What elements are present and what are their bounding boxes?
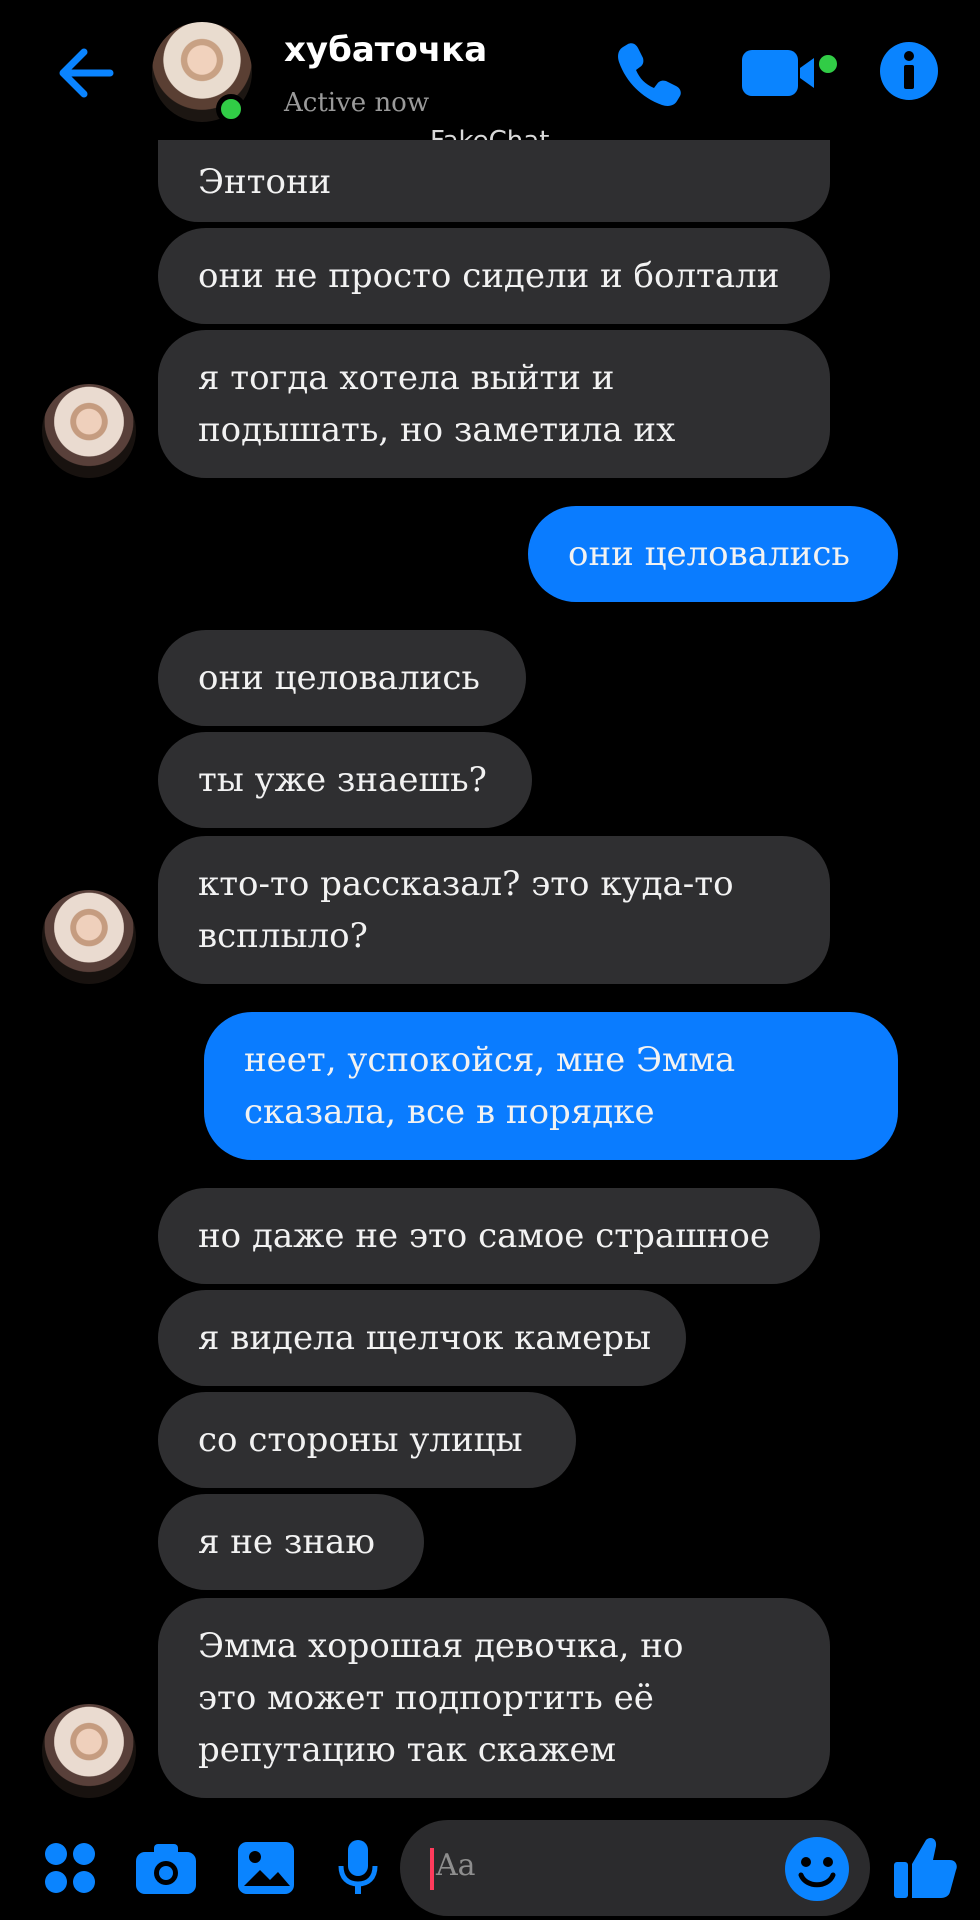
microphone-icon[interactable] xyxy=(336,1838,380,1898)
message-text: кто-то рассказал? это куда-то xyxy=(198,864,734,904)
sender-avatar[interactable] xyxy=(42,384,136,478)
message-input-placeholder: Aa xyxy=(436,1848,476,1883)
phone-icon[interactable] xyxy=(612,38,682,108)
message-text: я не знаю xyxy=(198,1522,375,1562)
message-text: но даже не это самое страшное xyxy=(198,1216,770,1256)
thumbs-up-icon[interactable] xyxy=(892,1834,958,1900)
info-icon[interactable] xyxy=(878,40,940,102)
message-text: они целовались xyxy=(198,658,480,698)
video-camera-icon[interactable] xyxy=(740,46,838,100)
apps-grid-icon[interactable] xyxy=(42,1840,98,1896)
message-text: сказала, все в порядке xyxy=(244,1092,655,1132)
message-text: я тогда хотела выйти и xyxy=(198,358,615,398)
contact-name[interactable]: хубаточка xyxy=(284,30,487,70)
sender-avatar[interactable] xyxy=(42,890,136,984)
message-bubble-incoming[interactable]: кто-то рассказал? это куда-то всплыло? xyxy=(158,836,830,984)
message-bubble-incoming[interactable]: я не знаю xyxy=(158,1494,424,1590)
message-text: это может подпортить её xyxy=(198,1678,654,1718)
emoji-icon[interactable] xyxy=(784,1836,850,1902)
chat-header: хубаточка Active now FakeChat xyxy=(0,0,980,160)
message-text: неет, успокойся, мне Эмма xyxy=(244,1040,736,1080)
message-bubble-incoming[interactable]: но даже не это самое страшное xyxy=(158,1188,820,1284)
message-bubble-incoming[interactable]: ты уже знаешь? xyxy=(158,732,532,828)
message-text: репутацию так скажем xyxy=(198,1730,617,1770)
message-bubble-outgoing[interactable]: неет, успокойся, мне Эмма сказала, все в… xyxy=(204,1012,898,1160)
message-bubble-incoming[interactable]: они целовались xyxy=(158,630,526,726)
message-bubble-incoming[interactable]: Энтони xyxy=(158,140,830,222)
text-cursor xyxy=(430,1848,434,1890)
message-bubble-incoming[interactable]: я тогда хотела выйти и подышать, но заме… xyxy=(158,330,830,478)
message-bubble-incoming[interactable]: я видела щелчок камеры xyxy=(158,1290,686,1386)
contact-status: Active now xyxy=(284,88,430,118)
image-icon[interactable] xyxy=(236,1840,296,1896)
message-bubble-outgoing[interactable]: они целовались xyxy=(528,506,898,602)
message-bubble-incoming[interactable]: они не просто сидели и болтали xyxy=(158,228,830,324)
message-text: Эмма хорошая девочка, но xyxy=(198,1626,684,1666)
sender-avatar[interactable] xyxy=(42,1704,136,1798)
message-text: со стороны улицы xyxy=(198,1420,523,1460)
message-bubble-incoming[interactable]: Эмма хорошая девочка, но это может подпо… xyxy=(158,1598,830,1798)
message-bubble-incoming[interactable]: со стороны улицы xyxy=(158,1392,576,1488)
message-text: подышать, но заметила их xyxy=(198,410,676,450)
message-text: ты уже знаешь? xyxy=(198,760,487,800)
message-text: они целовались xyxy=(568,534,850,574)
message-text: всплыло? xyxy=(198,916,368,956)
camera-icon[interactable] xyxy=(134,1840,198,1896)
arrow-left-icon[interactable] xyxy=(52,38,122,108)
message-text: они не просто сидели и болтали xyxy=(198,256,780,296)
online-indicator xyxy=(216,94,246,124)
message-text: Энтони xyxy=(198,162,332,202)
message-text: я видела щелчок камеры xyxy=(198,1318,652,1358)
